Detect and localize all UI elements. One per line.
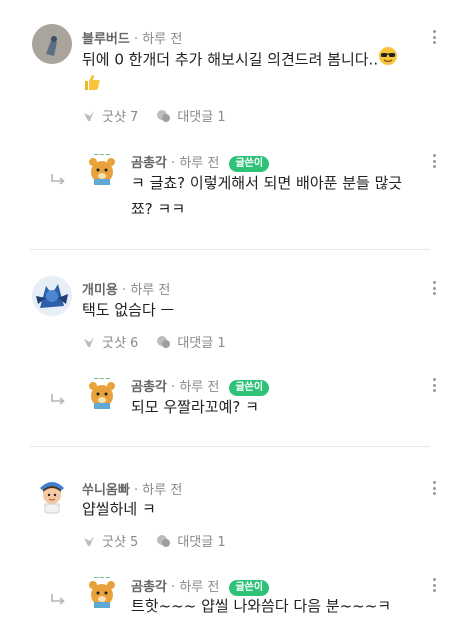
like-button[interactable]: 굿샷 7 — [82, 106, 138, 125]
thread-divider — [30, 446, 430, 447]
separator: · — [133, 32, 139, 47]
comment-time: 하루 전 — [179, 156, 220, 171]
chat-bubble-icon — [157, 335, 171, 348]
comment-meta: 개미용 · 하루 전 — [82, 283, 171, 298]
author-name[interactable]: 개미용 — [82, 283, 118, 298]
more-options-icon[interactable] — [427, 28, 441, 46]
reply-arrow-icon — [51, 394, 65, 405]
reply-text: ㅋ 글쵸? 이렇게해서 되면 배아푼 분들 많긋 — [131, 174, 403, 192]
like-count: 굿샷 5 — [102, 535, 139, 550]
svg-text:~~~: ~~~ — [93, 151, 111, 159]
reply-count: 대댓글 1 — [177, 535, 226, 550]
reply-button[interactable]: 대댓글 1 — [156, 531, 226, 550]
comment-time: 하루 전 — [142, 32, 183, 47]
author-name[interactable]: 곰총각 — [131, 380, 167, 395]
more-options-icon[interactable] — [427, 279, 441, 297]
comment-text: 택도 없슴다 ㅡ — [82, 301, 175, 319]
comment-actions: 굿샷 7 대댓글 1 — [82, 106, 244, 125]
comment-meta: 곰총각 · 하루 전 글쓴이 — [131, 376, 270, 396]
like-count: 굿샷 7 — [102, 110, 139, 125]
golf-flag-icon — [84, 110, 94, 121]
comment-time: 하루 전 — [179, 380, 220, 395]
avatar[interactable] — [32, 24, 72, 64]
author-name[interactable]: 블루버드 — [82, 32, 130, 47]
avatar[interactable] — [32, 474, 72, 514]
more-options-icon[interactable] — [427, 576, 441, 594]
thumbs-up-emoji-icon — [82, 72, 102, 100]
svg-text:~~~: ~~~ — [93, 574, 111, 582]
reply-button[interactable]: 대댓글 1 — [156, 106, 226, 125]
comment-time: 하루 전 — [130, 283, 171, 298]
reply-text: 되모 우짤라꼬예? ㅋ — [131, 398, 259, 416]
avatar[interactable] — [32, 276, 72, 316]
reply-text-line2: 쬬? ㅋㅋ — [131, 200, 186, 218]
like-count: 굿샷 6 — [102, 336, 139, 351]
avatar[interactable]: ~~~ — [82, 571, 122, 611]
reply-text: 트핫~~~ 얍씰 나와씀다 다음 분~~~ㅋ — [131, 597, 392, 615]
reply-count: 대댓글 1 — [177, 110, 226, 125]
thread-divider — [30, 249, 430, 250]
comment-text: 뒤에 0 한개더 추가 해보시길 의견드려 봄니다.. — [82, 46, 398, 74]
comment-actions: 굿샷 5 대댓글 1 — [82, 531, 244, 550]
chat-bubble-icon — [157, 534, 171, 547]
chat-bubble-icon — [157, 109, 171, 122]
reply-arrow-icon — [51, 174, 65, 185]
comment-text: 얍씰하네 ㅋ — [82, 500, 156, 518]
comment-actions: 굿샷 6 대댓글 1 — [82, 332, 244, 351]
more-options-icon[interactable] — [427, 479, 441, 497]
reply-arrow-icon — [51, 594, 65, 605]
author-name[interactable]: 곰총각 — [131, 156, 167, 171]
avatar[interactable]: ~~~ — [82, 148, 122, 188]
more-options-icon[interactable] — [427, 152, 441, 170]
golf-flag-icon — [84, 336, 94, 347]
reply-count: 대댓글 1 — [177, 336, 226, 351]
reply-button[interactable]: 대댓글 1 — [156, 332, 226, 351]
like-button[interactable]: 굿샷 6 — [82, 332, 138, 351]
comment-meta: 곰총각 · 하루 전 글쓴이 — [131, 152, 270, 172]
more-options-icon[interactable] — [427, 376, 441, 394]
like-button[interactable]: 굿샷 5 — [82, 531, 138, 550]
avatar[interactable]: ~~~ — [82, 372, 122, 412]
thumbs-up-emoji — [82, 72, 102, 100]
svg-text:~~~: ~~~ — [93, 375, 111, 383]
sunglasses-emoji-icon — [378, 46, 398, 74]
comment-meta: 블루버드 · 하루 전 — [82, 28, 182, 47]
golf-flag-icon — [84, 535, 94, 546]
